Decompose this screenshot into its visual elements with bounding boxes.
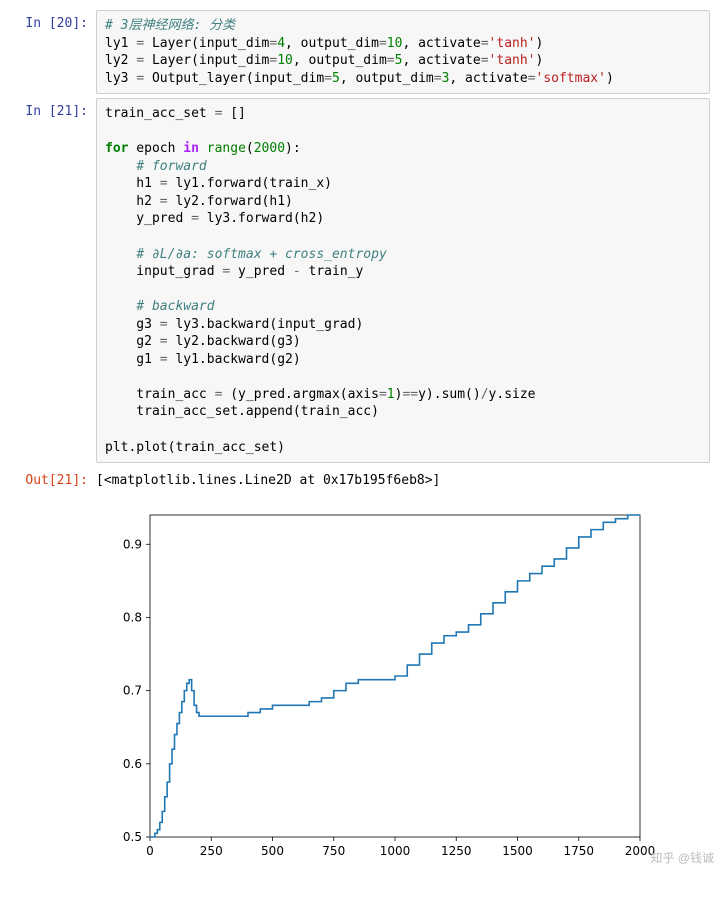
svg-text:0.7: 0.7: [123, 684, 142, 698]
watermark-text: 知乎 @钱诚: [650, 849, 714, 866]
input-area[interactable]: # 3层神经网络: 分类 ly1 = Layer(input_dim=4, ou…: [96, 10, 710, 94]
svg-text:1750: 1750: [563, 844, 594, 858]
code-cell-20: In [20]: # 3层神经网络: 分类 ly1 = Layer(input_…: [0, 10, 720, 94]
svg-text:750: 750: [322, 844, 345, 858]
code-content[interactable]: # 3层神经网络: 分类 ly1 = Layer(input_dim=4, ou…: [105, 17, 701, 87]
input-area[interactable]: train_acc_set = [] for epoch in range(20…: [96, 98, 710, 463]
output-prompt: Out[21]:: [0, 467, 96, 490]
output-text: [<matplotlib.lines.Line2D at 0x17b195f6e…: [96, 467, 710, 488]
input-prompt: In [20]:: [0, 10, 96, 33]
svg-text:1500: 1500: [502, 844, 533, 858]
code-cell-21: In [21]: train_acc_set = [] for epoch in…: [0, 98, 720, 463]
svg-text:0.5: 0.5: [123, 830, 142, 844]
svg-text:500: 500: [261, 844, 284, 858]
svg-text:1250: 1250: [441, 844, 472, 858]
line-chart: 0250500750100012501500175020000.50.60.70…: [95, 500, 655, 870]
code-content[interactable]: train_acc_set = [] for epoch in range(20…: [105, 105, 701, 456]
svg-text:1000: 1000: [380, 844, 411, 858]
svg-text:0: 0: [146, 844, 154, 858]
svg-text:0.8: 0.8: [123, 610, 142, 624]
svg-text:0.6: 0.6: [123, 757, 142, 771]
output-cell-21: Out[21]: [<matplotlib.lines.Line2D at 0x…: [0, 467, 720, 490]
svg-text:250: 250: [200, 844, 223, 858]
svg-text:0.9: 0.9: [123, 537, 142, 551]
output-chart: 0250500750100012501500175020000.50.60.70…: [95, 500, 720, 870]
input-prompt: In [21]:: [0, 98, 96, 121]
